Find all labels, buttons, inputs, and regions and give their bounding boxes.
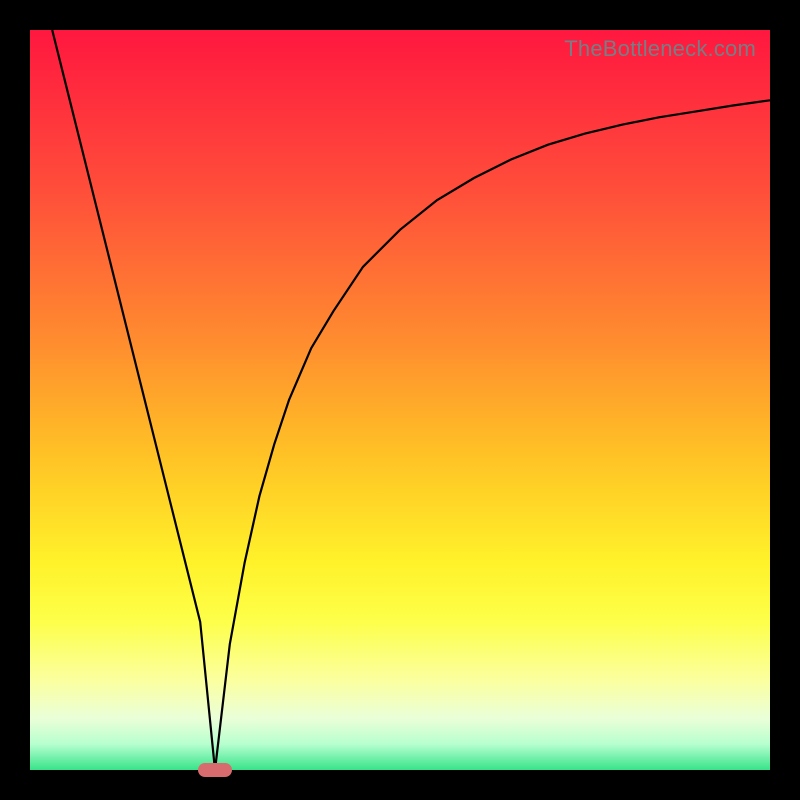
chart-curve — [30, 30, 770, 770]
valley-marker — [198, 763, 232, 777]
chart-left-branch — [52, 30, 215, 770]
chart-right-branch — [215, 100, 770, 770]
chart-frame: TheBottleneck.com — [0, 0, 800, 800]
chart-plot-area: TheBottleneck.com — [30, 30, 770, 770]
